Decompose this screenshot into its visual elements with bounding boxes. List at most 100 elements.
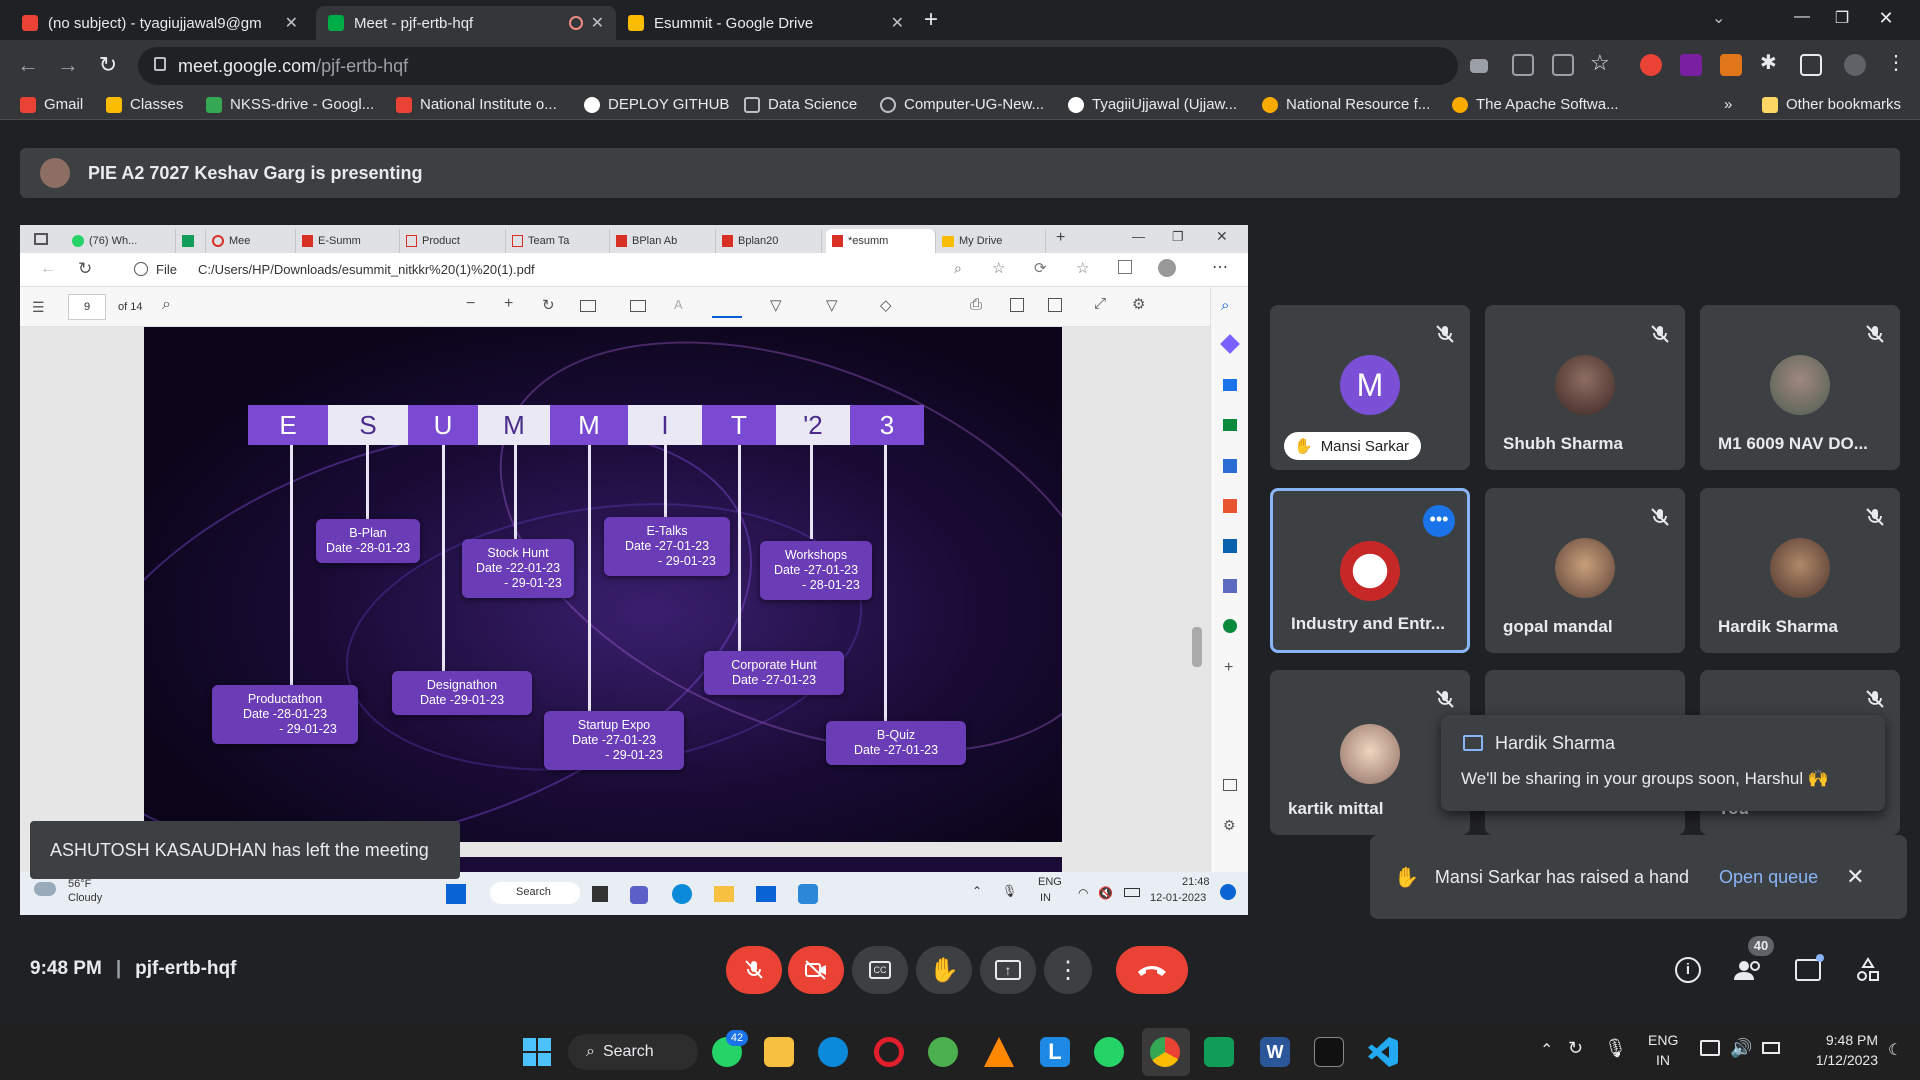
launcher-icon[interactable]: L [1040,1037,1070,1067]
more-vert-icon[interactable]: ⋮ [1886,50,1906,75]
captions-button[interactable]: CC [852,946,908,994]
participant-tile-hardik[interactable]: Hardik Sharma [1700,488,1900,653]
language-eng[interactable]: ENG [1648,1032,1678,1048]
connector-line [810,445,813,539]
profile-avatar[interactable] [1844,54,1866,76]
drive-icon [206,96,222,113]
windows-search-box[interactable]: ⌕ Search [568,1034,698,1070]
leave-call-button[interactable] [1116,946,1188,994]
more-bookmarks-button[interactable]: » [1724,96,1732,113]
bookmark-classes[interactable]: Classes [106,96,183,113]
pdf-toolbar: ☰ 9 of 14 ⌕ − + ↻ A ▽ ▽ ◇ ⎙ ⤢ ⚙ [20,287,1210,327]
puzzle-icon[interactable]: ✱ [1760,50,1777,75]
avatar [40,158,70,188]
open-external-icon[interactable] [1512,54,1534,76]
tab-meet[interactable]: Meet - pjf-ertb-hqf ✕ [316,6,616,40]
bookmark-nkss-drive[interactable]: NKSS-drive - Googl... [206,96,374,113]
edge-address-bar: ← ↻ File C:/Users/HP/Downloads/esummit_n… [20,253,1248,287]
participant-tile-gopal[interactable]: gopal mandal [1485,488,1685,653]
chevron-up-icon[interactable]: ⌃ [1540,1040,1553,1060]
meet-app-icon[interactable] [1204,1037,1234,1067]
reload-icon[interactable]: ↻ [94,52,122,78]
terminal-icon[interactable] [1314,1037,1344,1067]
sidepanel-icon[interactable] [1800,54,1822,76]
chrome-icon[interactable] [1150,1037,1180,1067]
extension-red-icon[interactable] [1640,54,1662,76]
connector-line [884,445,887,721]
close-icon[interactable]: ✕ [1846,864,1864,890]
lang-in: IN [1040,892,1051,904]
bookmark-tyagiiujjawal[interactable]: TyagiiUjjawal (Ujjaw... [1068,96,1237,113]
page-icon [744,96,760,113]
camera-icon[interactable] [1470,59,1488,73]
participant-tile-industry[interactable]: ••• Industry and Entr... [1270,488,1470,653]
battery-icon[interactable] [1762,1042,1780,1054]
star-icon[interactable]: ☆ [1590,50,1610,76]
restore-button[interactable]: ❐ [1822,8,1862,32]
activities-button[interactable] [1852,954,1884,986]
wifi-icon: ◠ [1078,886,1089,900]
participant-tile-m1[interactable]: M1 6009 NAV DO... [1700,305,1900,470]
whatsapp-desktop-icon[interactable] [1094,1037,1124,1067]
windows-start-button[interactable] [522,1037,552,1067]
clock-time[interactable]: 9:48 PM [1808,1032,1878,1048]
edge-tab-active: *esumm [826,229,936,253]
metamask-icon[interactable] [1720,54,1742,76]
share-icon[interactable] [1552,54,1574,76]
mic-icon[interactable]: 🎙 [1604,1038,1627,1059]
bookmark-apache[interactable]: The Apache Softwa... [1452,96,1619,113]
event-date: Date -22-01-23 [475,561,561,575]
people-button[interactable] [1732,954,1764,986]
bookmark-deploy-github[interactable]: DEPLOY GITHUB [584,96,729,113]
participant-tile-kartik[interactable]: kartik mittal [1270,670,1470,835]
event-corporate-hunt: Corporate Hunt Date -27-01-23 [704,651,844,695]
meeting-details-button[interactable]: i [1672,954,1704,986]
sync-icon[interactable]: ↻ [1568,1038,1583,1059]
notification-moon-icon[interactable]: ☾ [1888,1040,1902,1060]
word-icon[interactable]: W [1260,1037,1290,1067]
back-arrow-icon[interactable]: ← [14,52,42,78]
address-bar[interactable]: meet.google.com/pjf-ertb-hqf [138,47,1458,85]
bookmark-computer-ug[interactable]: Computer-UG-New... [880,96,1044,113]
edge-icon[interactable] [818,1037,848,1067]
utorrent-icon[interactable] [928,1037,958,1067]
participant-tile-mansi[interactable]: M ✋ Mansi Sarkar [1270,305,1470,470]
close-icon[interactable]: ✕ [891,13,904,33]
network-icon[interactable] [1700,1040,1720,1056]
forward-arrow-icon[interactable]: → [54,52,82,78]
minimize-button[interactable]: — [1782,8,1822,32]
bookmark-data-science[interactable]: Data Science [744,96,857,113]
participant-tile-shubh[interactable]: Shubh Sharma [1485,305,1685,470]
camera-toggle-button[interactable] [788,946,844,994]
tab-gmail[interactable]: (no subject) - tyagiujjawal9@gm ✕ [10,6,310,40]
opera-icon[interactable] [874,1037,904,1067]
bookmark-gmail[interactable]: Gmail [20,96,83,113]
other-bookmarks[interactable]: Other bookmarks [1762,96,1901,113]
meet-icon [328,15,344,31]
whatsapp-badge: 42 [726,1030,748,1046]
mic-toggle-button[interactable] [726,946,782,994]
more-options-icon[interactable]: ••• [1423,505,1455,537]
chevron-down-icon[interactable]: ⌄ [1712,8,1725,28]
clock-date[interactable]: 1/12/2023 [1800,1052,1878,1068]
more-options-button[interactable]: ⋮ [1044,946,1092,994]
extension-purple-icon[interactable] [1680,54,1702,76]
file-explorer-icon[interactable] [764,1037,794,1067]
tab-drive[interactable]: Esummit - Google Drive ✕ [616,6,916,40]
bookmark-national-resource[interactable]: National Resource f... [1262,96,1430,113]
volume-icon[interactable]: 🔊 [1730,1038,1752,1059]
close-window-button[interactable]: ✕ [1866,8,1906,32]
language-in[interactable]: IN [1656,1052,1670,1068]
present-button[interactable]: ↑ [980,946,1036,994]
close-icon[interactable]: ✕ [285,13,298,33]
new-tab-button[interactable]: + [924,6,938,34]
open-queue-button[interactable]: Open queue [1719,867,1818,888]
raise-hand-button[interactable]: ✋ [916,946,972,994]
close-icon[interactable]: ✕ [591,13,604,33]
bookmark-national-institute[interactable]: National Institute o... [396,96,557,113]
participants-count-badge: 40 [1748,936,1774,956]
file-path: C:/Users/HP/Downloads/esummit_nitkkr%20(… [198,262,535,277]
chat-button[interactable] [1792,954,1824,986]
edge-tab: Mee [206,229,296,253]
chat-message-popup[interactable]: Hardik Sharma We'll be sharing in your g… [1441,715,1885,811]
